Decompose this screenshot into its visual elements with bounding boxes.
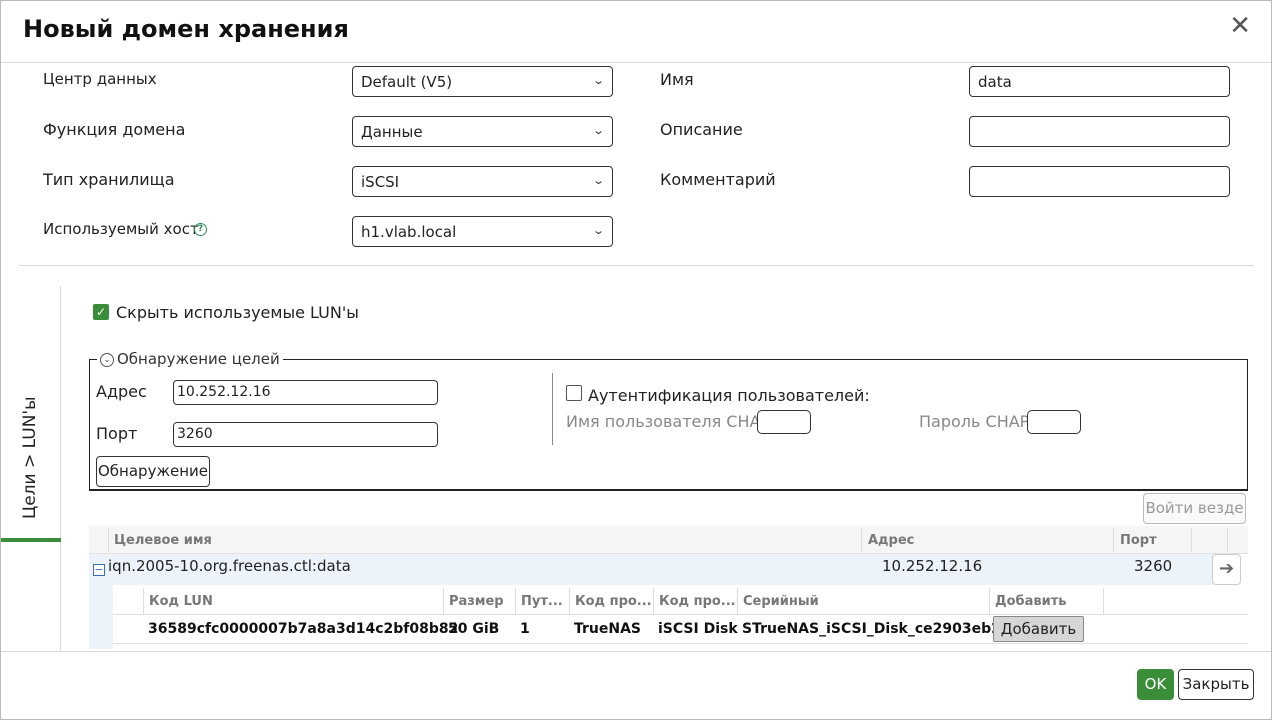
login-arrow-button[interactable]: ➔ (1212, 554, 1241, 585)
col-serial[interactable]: Серийный (743, 594, 819, 609)
chevron-down-icon: ⌄ (591, 74, 605, 87)
tab-active-indicator (1, 538, 61, 542)
domain-function-value: Данные (361, 123, 423, 141)
col-size[interactable]: Размер (449, 594, 504, 609)
name-label: Имя (660, 70, 694, 89)
host-label: Используемый хост (43, 220, 199, 238)
lun-serial-cell: STrueNAS_iSCSI_Disk_ce2903eb2 (742, 621, 1001, 637)
column-divider (108, 528, 109, 552)
column-divider (653, 588, 654, 615)
datacenter-label: Центр данных (43, 70, 157, 88)
hide-used-luns-checkbox[interactable]: ✓ (93, 304, 109, 320)
collapse-row-icon[interactable]: − (93, 564, 105, 576)
port-input[interactable]: 3260 (173, 422, 438, 447)
column-divider (1227, 528, 1228, 552)
new-storage-domain-dialog: Новый домен хранения ✕ Центр данных Defa… (0, 0, 1272, 720)
description-label: Описание (660, 120, 743, 139)
storage-type-select[interactable]: iSCSI ⌄ (352, 166, 613, 197)
user-auth-checkbox[interactable] (566, 385, 582, 401)
chevron-down-icon: ⌄ (591, 224, 605, 237)
tab-targets-luns[interactable]: Цели > LUN'ы (20, 396, 40, 519)
ok-button[interactable]: OK (1137, 669, 1174, 700)
port-label: Порт (96, 424, 138, 443)
hide-used-luns-label: Скрыть используемые LUN'ы (116, 303, 359, 322)
lun-vendor-cell: TrueNAS (574, 621, 642, 637)
col-add[interactable]: Добавить (995, 594, 1066, 609)
target-address-cell: 10.252.12.16 (882, 557, 983, 575)
column-divider (1191, 528, 1192, 552)
col-product-id[interactable]: Код про... (659, 594, 736, 609)
column-divider (515, 588, 516, 615)
chap-user-input[interactable] (757, 410, 811, 434)
target-name-cell: iqn.2005-10.org.freenas.ctl:data (108, 557, 351, 575)
chevron-down-icon: ⌄ (591, 174, 605, 187)
address-label: Адрес (96, 382, 147, 401)
target-discovery-title: Обнаружение целей (117, 350, 280, 368)
section-divider (19, 265, 1254, 266)
col-address[interactable]: Адрес (868, 533, 914, 548)
domain-function-select[interactable]: Данные ⌄ (352, 116, 613, 147)
lun-id-cell: 36589cfc0000007b7a8a3d14c2bf08b82 (148, 621, 459, 637)
comment-input[interactable] (969, 166, 1230, 197)
lun-size-cell: 50 GiB (448, 621, 500, 637)
dialog-title: Новый домен хранения (23, 15, 349, 43)
dialog-header: Новый домен хранения ✕ (1, 1, 1271, 63)
target-discovery-legend[interactable]: ⌄ Обнаружение целей (97, 350, 283, 368)
login-all-button[interactable]: Войти везде (1143, 493, 1246, 524)
column-divider (443, 588, 444, 615)
discover-button[interactable]: Обнаружение (96, 456, 210, 487)
column-divider (737, 588, 738, 615)
lun-product-cell: iSCSI Disk (658, 621, 738, 637)
chap-user-label: Имя пользователя CHAP (566, 412, 771, 431)
add-lun-button[interactable]: Добавить (993, 616, 1084, 642)
column-divider (143, 588, 144, 615)
chap-password-label: Пароль CHAP (919, 412, 1030, 431)
datacenter-value: Default (V5) (361, 73, 453, 91)
host-select[interactable]: h1.vlab.local ⌄ (352, 216, 613, 247)
help-icon[interactable]: ? (194, 223, 207, 236)
targets-table-header (89, 526, 1248, 554)
column-divider (569, 588, 570, 615)
column-divider (989, 588, 990, 615)
col-lun-id[interactable]: Код LUN (149, 594, 213, 609)
chevron-down-icon: ⌄ (591, 124, 605, 137)
col-port[interactable]: Порт (1120, 533, 1157, 548)
collapse-chevron-icon: ⌄ (100, 352, 114, 367)
row-divider (113, 643, 1248, 644)
storage-type-value: iSCSI (361, 173, 400, 191)
comment-label: Комментарий (660, 170, 776, 189)
fieldset-vertical-divider (552, 373, 553, 445)
col-target-name[interactable]: Целевое имя (114, 533, 212, 548)
column-divider (861, 528, 862, 552)
name-input[interactable]: data (969, 66, 1230, 97)
column-divider (1113, 528, 1114, 552)
datacenter-select[interactable]: Default (V5) ⌄ (352, 66, 613, 97)
chap-password-input[interactable] (1027, 410, 1081, 434)
arrow-right-icon: ➔ (1218, 558, 1235, 579)
col-paths[interactable]: Пут... (521, 594, 563, 609)
address-input[interactable]: 10.252.12.16 (173, 380, 438, 405)
close-button[interactable]: Закрыть (1178, 669, 1254, 700)
col-vendor-id[interactable]: Код про... (575, 594, 652, 609)
close-icon[interactable]: ✕ (1229, 11, 1251, 41)
target-port-cell: 3260 (1134, 557, 1173, 575)
host-value: h1.vlab.local (361, 223, 457, 241)
footer-divider (1, 651, 1271, 652)
lun-paths-cell: 1 (520, 621, 530, 637)
column-divider (1103, 588, 1104, 615)
description-input[interactable] (969, 116, 1230, 147)
user-auth-label: Аутентификация пользователей: (588, 386, 870, 405)
domain-function-label: Функция домена (43, 120, 186, 139)
storage-type-label: Тип хранилища (43, 170, 175, 189)
